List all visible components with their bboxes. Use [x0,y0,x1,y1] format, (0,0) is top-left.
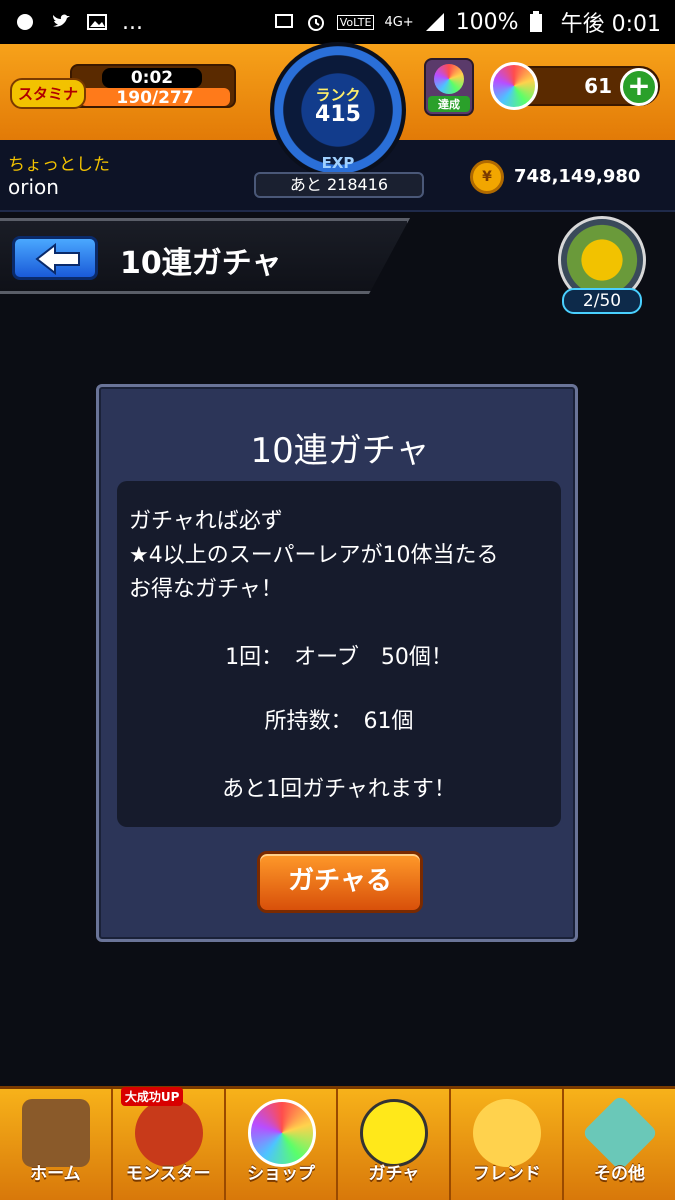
description-line-2: ★4以上のスーパーレアが10体当たる [129,543,499,568]
cast-icon [273,11,295,33]
description-line-1: ガチャれば必ず [129,509,283,534]
nav-gacha-label: ガチャ [368,1164,420,1184]
signal-icon [424,11,446,33]
rank-value: 415 [315,102,361,127]
stamina-value: 190/277 [80,88,230,108]
coin-icon: ¥ [470,160,504,194]
dialog-body: ガチャれば必ず ★4以上のスーパーレアが10体当たる お得なガチャ！ 1回： オ… [117,481,561,827]
achievement-button[interactable]: 達成 [424,58,474,116]
gacha-dialog: 10連ガチャ ガチャれば必ず ★4以上のスーパーレアが10体当たる お得なガチャ… [96,384,578,942]
remaining-pulls-line: あと1回ガチャれます！ [222,777,456,802]
shop-orb-icon [247,1099,316,1167]
mission-badge-count: 2/50 [562,288,642,314]
description-line-3: お得なガチャ！ [129,577,283,602]
volte-label: VoLTE [336,14,375,30]
gacha-egg-icon [360,1099,429,1167]
bottom-nav: ホーム 大成功UP モンスター ショップ ガチャ フレンド その他 [0,1086,675,1200]
nav-gacha[interactable]: ガチャ [338,1089,452,1200]
user-title: ちょっとした [8,155,110,175]
home-icon [22,1099,90,1167]
alarm-icon [305,11,327,33]
cost-line: 1回： オーブ 50個！ [225,645,453,670]
monster-icon [134,1099,203,1167]
nav-friend-label: フレンド [472,1164,541,1184]
dialog-title: 10連ガチャ [250,431,430,471]
exp-label: EXP [321,154,355,172]
battery-icon [529,11,551,33]
nav-monster-label: モンスター [125,1164,211,1184]
clock: 午後 0:01 [560,12,661,37]
nav-monster-badge: 大成功UP [120,1087,184,1106]
user-name: orion [8,175,59,199]
nav-shop[interactable]: ショップ [226,1089,339,1200]
back-button[interactable] [12,236,98,280]
more-notifications: ... [122,9,143,35]
exp-remaining: あと 218416 [254,172,424,198]
nav-other-label: その他 [594,1164,646,1184]
stamina-bar: 0:02 190/277 [70,64,236,108]
owned-orbs-line: 所持数： 61個 [264,709,414,734]
coin-balance: 748,149,980 [514,166,641,187]
app-notification-icon [14,11,36,33]
orb-icon [490,62,538,110]
add-orb-button[interactable]: + [620,68,658,106]
stamina-label: スタミナ [10,78,87,109]
friend-icon [473,1099,542,1167]
nav-shop-label: ショップ [247,1164,316,1184]
nav-home[interactable]: ホーム [0,1089,113,1200]
achievement-orb-icon [434,64,464,94]
image-icon [86,11,108,33]
status-bar: ... VoLTE 4G+ 100% 午後 0:01 [0,0,675,44]
achievement-label: 達成 [428,96,470,112]
page-title: 10連ガチャ [120,246,282,281]
orb-count: 61 [584,74,612,98]
battery-percent: 100% [455,9,519,35]
nav-other[interactable]: その他 [564,1089,675,1200]
back-arrow-icon [35,243,80,275]
stamina-timer: 0:02 [102,68,202,88]
gacha-pull-button[interactable]: ガチャる [257,851,423,913]
nav-friend[interactable]: フレンド [451,1089,565,1200]
twitter-icon [50,11,72,33]
nav-monster[interactable]: 大成功UP モンスター [113,1087,226,1200]
nav-home-label: ホーム [30,1164,81,1184]
network-type: 4G+ [384,14,414,30]
